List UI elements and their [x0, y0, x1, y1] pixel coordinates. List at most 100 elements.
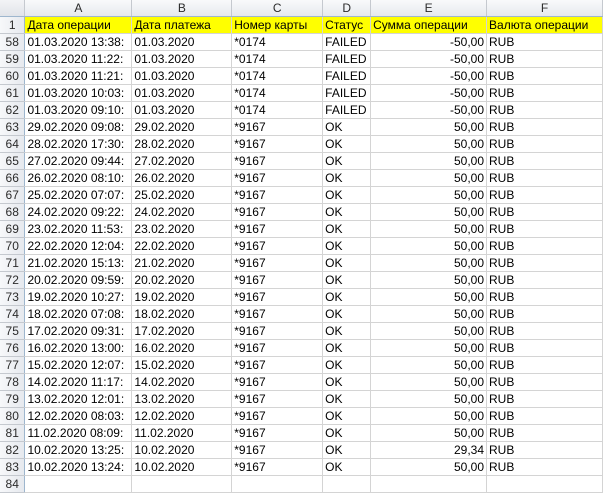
header-cell-date-operation[interactable]: Дата операции: [24, 16, 133, 34]
select-all-corner[interactable]: [0, 0, 26, 17]
cell-date-payment[interactable]: 20.02.2020: [131, 271, 233, 289]
cell-date-payment[interactable]: 26.02.2020: [131, 169, 233, 187]
header-cell-card-number[interactable]: Номер карты: [231, 16, 324, 34]
cell-amount[interactable]: 50,00: [370, 356, 488, 374]
cell-date-payment[interactable]: 14.02.2020: [131, 373, 233, 391]
cell-date-operation[interactable]: 17.02.2020 09:31:: [24, 322, 133, 340]
cell-currency[interactable]: RUB: [486, 169, 603, 187]
cell-status[interactable]: OK: [322, 169, 372, 187]
row-number[interactable]: 74: [0, 305, 26, 323]
cell-date-operation[interactable]: 23.02.2020 11:53:: [24, 220, 133, 238]
row-number[interactable]: 65: [0, 152, 26, 170]
cell-date-operation[interactable]: 26.02.2020 08:10:: [24, 169, 133, 187]
cell-amount[interactable]: 50,00: [370, 220, 488, 238]
row-number[interactable]: 72: [0, 271, 26, 289]
cell-date-operation[interactable]: 16.02.2020 13:00:: [24, 339, 133, 357]
cell-amount[interactable]: -50,00: [370, 33, 488, 51]
column-header-f[interactable]: F: [486, 0, 603, 17]
cell-date-payment[interactable]: 12.02.2020: [131, 407, 233, 425]
cell-date-operation[interactable]: 28.02.2020 17:30:: [24, 135, 133, 153]
cell-status[interactable]: OK: [322, 152, 372, 170]
cell-amount[interactable]: 50,00: [370, 237, 488, 255]
cell-date-operation[interactable]: 18.02.2020 07:08:: [24, 305, 133, 323]
cell-status[interactable]: OK: [322, 305, 372, 323]
cell-status[interactable]: OK: [322, 118, 372, 136]
cell-card-number[interactable]: *9167: [231, 220, 324, 238]
cell-status[interactable]: OK: [322, 271, 372, 289]
cell-currency[interactable]: RUB: [486, 50, 603, 68]
cell-card-number[interactable]: *0174: [231, 67, 324, 85]
cell-date-operation[interactable]: 10.02.2020 13:24:: [24, 458, 133, 476]
cell-card-number[interactable]: *9167: [231, 305, 324, 323]
cell-card-number[interactable]: *9167: [231, 356, 324, 374]
cell-card-number[interactable]: *9167: [231, 271, 324, 289]
cell-status[interactable]: OK: [322, 254, 372, 272]
cell-card-number[interactable]: *9167: [231, 458, 324, 476]
cell-date-operation[interactable]: 14.02.2020 11:17:: [24, 373, 133, 391]
cell-currency[interactable]: RUB: [486, 322, 603, 340]
cell-date-operation[interactable]: 19.02.2020 10:27:: [24, 288, 133, 306]
row-number[interactable]: 75: [0, 322, 26, 340]
cell-amount[interactable]: 50,00: [370, 458, 488, 476]
cell-date-operation[interactable]: 15.02.2020 12:07:: [24, 356, 133, 374]
cell-date-payment[interactable]: 11.02.2020: [131, 424, 233, 442]
cell-status[interactable]: FAILED: [322, 101, 372, 119]
row-number[interactable]: 62: [0, 101, 26, 119]
cell-status[interactable]: OK: [322, 390, 372, 408]
cell-amount[interactable]: 29,34: [370, 441, 488, 459]
column-header-a[interactable]: A: [24, 0, 133, 17]
cell-amount[interactable]: 50,00: [370, 288, 488, 306]
cell-date-payment[interactable]: [131, 475, 233, 493]
cell-currency[interactable]: RUB: [486, 220, 603, 238]
cell-card-number[interactable]: *9167: [231, 254, 324, 272]
cell-status[interactable]: OK: [322, 186, 372, 204]
cell-date-operation[interactable]: 27.02.2020 09:44:: [24, 152, 133, 170]
cell-status[interactable]: OK: [322, 220, 372, 238]
cell-card-number[interactable]: [231, 475, 324, 493]
cell-date-payment[interactable]: 27.02.2020: [131, 152, 233, 170]
cell-date-payment[interactable]: 25.02.2020: [131, 186, 233, 204]
row-number[interactable]: 77: [0, 356, 26, 374]
cell-card-number[interactable]: *0174: [231, 101, 324, 119]
cell-card-number[interactable]: *0174: [231, 84, 324, 102]
cell-date-operation[interactable]: 13.02.2020 12:01:: [24, 390, 133, 408]
header-cell-currency[interactable]: Валюта операции: [486, 16, 603, 34]
row-number[interactable]: 1: [0, 16, 26, 34]
cell-date-payment[interactable]: 29.02.2020: [131, 118, 233, 136]
cell-status[interactable]: OK: [322, 458, 372, 476]
cell-status[interactable]: FAILED: [322, 67, 372, 85]
cell-amount[interactable]: 50,00: [370, 424, 488, 442]
cell-currency[interactable]: RUB: [486, 407, 603, 425]
row-number[interactable]: 79: [0, 390, 26, 408]
cell-date-payment[interactable]: 21.02.2020: [131, 254, 233, 272]
cell-card-number[interactable]: *9167: [231, 390, 324, 408]
column-header-b[interactable]: B: [131, 0, 233, 17]
row-number[interactable]: 63: [0, 118, 26, 136]
cell-currency[interactable]: RUB: [486, 152, 603, 170]
cell-amount[interactable]: 50,00: [370, 254, 488, 272]
cell-status[interactable]: [322, 475, 372, 493]
cell-date-payment[interactable]: 23.02.2020: [131, 220, 233, 238]
cell-status[interactable]: OK: [322, 203, 372, 221]
cell-date-payment[interactable]: 01.03.2020: [131, 84, 233, 102]
cell-amount[interactable]: 50,00: [370, 135, 488, 153]
cell-date-operation[interactable]: 25.02.2020 07:07:: [24, 186, 133, 204]
cell-date-payment[interactable]: 16.02.2020: [131, 339, 233, 357]
cell-amount[interactable]: 50,00: [370, 373, 488, 391]
cell-date-payment[interactable]: 18.02.2020: [131, 305, 233, 323]
row-number[interactable]: 81: [0, 424, 26, 442]
cell-status[interactable]: OK: [322, 373, 372, 391]
row-number[interactable]: 82: [0, 441, 26, 459]
cell-currency[interactable]: RUB: [486, 135, 603, 153]
column-header-d[interactable]: D: [322, 0, 372, 17]
row-number[interactable]: 76: [0, 339, 26, 357]
cell-date-operation[interactable]: 21.02.2020 15:13:: [24, 254, 133, 272]
header-cell-date-payment[interactable]: Дата платежа: [131, 16, 233, 34]
cell-date-operation[interactable]: 01.03.2020 09:10:: [24, 101, 133, 119]
row-number[interactable]: 84: [0, 475, 26, 493]
cell-currency[interactable]: RUB: [486, 424, 603, 442]
cell-amount[interactable]: [370, 475, 488, 493]
cell-date-payment[interactable]: 01.03.2020: [131, 33, 233, 51]
cell-amount[interactable]: -50,00: [370, 101, 488, 119]
column-header-e[interactable]: E: [370, 0, 488, 17]
